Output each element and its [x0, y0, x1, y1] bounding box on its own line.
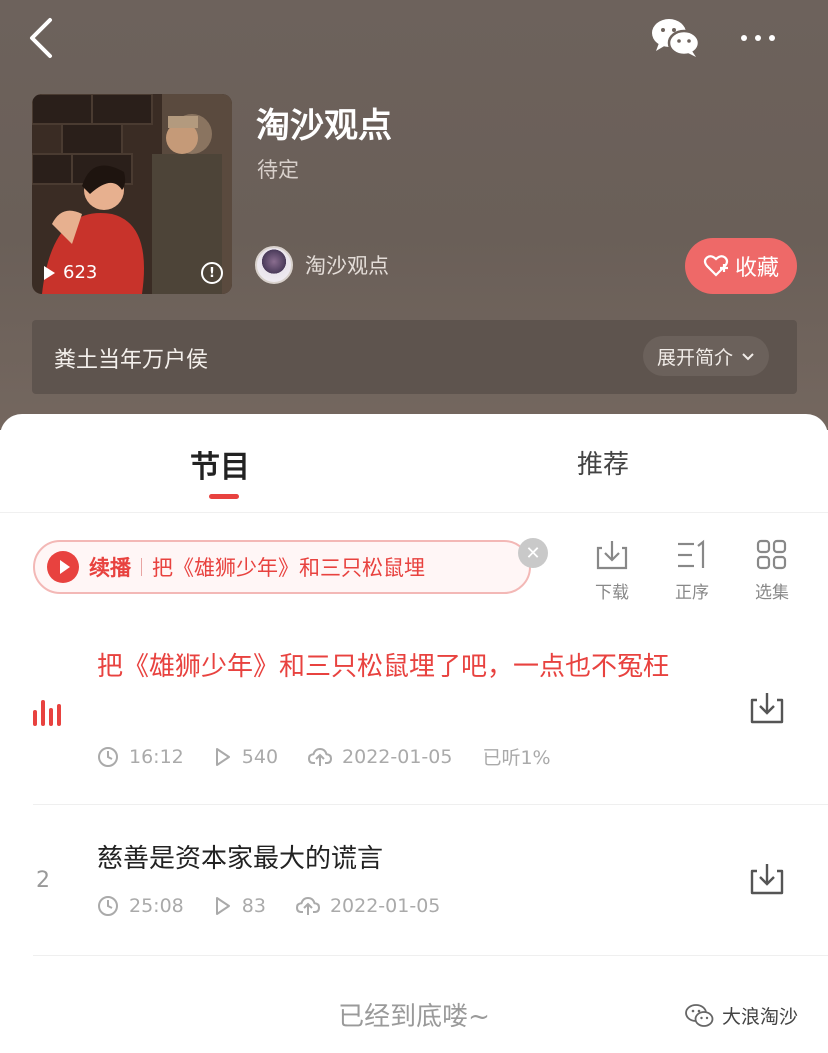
resume-title: 把《雄狮少年》和三只松鼠埋	[152, 556, 425, 580]
more-button[interactable]	[730, 12, 786, 64]
wechat-icon	[652, 19, 701, 57]
watermark-text: 大浪淘沙	[722, 1006, 799, 1028]
download-all-button[interactable]: 下载	[582, 538, 642, 603]
favorite-label: 收藏	[734, 256, 779, 281]
play-count: 623	[44, 262, 97, 283]
favorite-button[interactable]: 收藏	[685, 238, 797, 294]
watermark: 大浪淘沙	[684, 1002, 798, 1029]
episode-duration: 16:12	[129, 745, 184, 768]
download-icon	[750, 693, 784, 724]
play-count-value: 623	[63, 262, 98, 283]
wechat-official-icon	[685, 1003, 714, 1027]
upload-cloud-icon	[295, 896, 320, 915]
episode-number: 2	[36, 868, 50, 893]
episode-plays: 540	[241, 745, 279, 768]
resume-play-bar[interactable]: 续播 把《雄狮少年》和三只松鼠埋	[33, 540, 531, 594]
avatar	[255, 246, 293, 284]
chevron-down-icon	[742, 352, 754, 360]
heart-plus-icon	[703, 255, 729, 277]
clock-icon	[98, 896, 118, 916]
episode-item[interactable]: 2 慈善是资本家最大的谎言 25:08 83 2022-01-05	[0, 806, 828, 956]
grid-icon	[756, 539, 787, 570]
divider	[33, 955, 828, 956]
now-playing-icon	[33, 700, 61, 726]
clock-icon	[98, 746, 118, 767]
more-dots-icon	[741, 35, 775, 41]
tab-episodes[interactable]: 节目	[190, 442, 250, 486]
sort-order-button[interactable]: 正序	[662, 538, 722, 603]
episode-date: 2022-01-05	[342, 745, 453, 768]
sort-icon	[678, 539, 705, 568]
download-icon	[596, 541, 628, 570]
episode-meta: 25:08 83 2022-01-05	[97, 895, 470, 917]
play-count-icon	[215, 747, 230, 766]
album-status: 待定	[257, 158, 299, 182]
download-icon	[750, 864, 784, 895]
play-icon	[47, 551, 79, 583]
description-bar: 粪土当年万户侯 展开简介	[32, 320, 797, 394]
episode-date: 2022-01-05	[329, 895, 441, 917]
expand-intro-button[interactable]: 展开简介	[642, 336, 769, 376]
divider	[33, 804, 828, 805]
episode-meta: 16:12 540 2022-01-05 已听1%	[97, 743, 581, 770]
description-text: 粪土当年万户侯	[54, 348, 209, 373]
select-episodes-button[interactable]: 选集	[742, 538, 802, 603]
active-tab-indicator	[209, 494, 239, 499]
select-label: 选集	[755, 583, 789, 603]
play-icon	[44, 265, 55, 280]
expand-intro-label: 展开简介	[656, 346, 733, 369]
episode-download-button[interactable]	[748, 690, 786, 730]
episode-download-button[interactable]	[748, 861, 786, 901]
episode-progress: 已听1%	[482, 747, 551, 769]
back-button[interactable]	[14, 12, 66, 64]
resume-label: 续播	[89, 556, 131, 580]
episode-plays: 83	[241, 895, 266, 917]
play-count-icon	[215, 897, 230, 915]
episode-title: 把《雄狮少年》和三只松鼠埋了吧，一点也不冤枉	[97, 652, 670, 682]
close-icon[interactable]: ✕	[518, 538, 548, 568]
wechat-share-button[interactable]	[646, 12, 706, 64]
divider	[0, 512, 828, 513]
episode-title: 慈善是资本家最大的谎言	[97, 844, 384, 874]
author-link[interactable]: 淘沙观点	[255, 246, 389, 284]
tab-recommend[interactable]: 推荐	[577, 444, 629, 481]
info-icon[interactable]: !	[201, 262, 223, 284]
divider	[141, 558, 142, 576]
order-label: 正序	[675, 583, 709, 603]
author-name: 淘沙观点	[305, 254, 389, 278]
download-label: 下载	[595, 583, 629, 603]
episode-item[interactable]: 把《雄狮少年》和三只松鼠埋了吧，一点也不冤枉 16:12 540 2022-01…	[0, 640, 828, 805]
album-title: 淘沙观点	[256, 106, 392, 146]
album-header: 623 ! 淘沙观点 待定 淘沙观点 收藏 粪土当年万户侯 展开简介	[0, 0, 828, 430]
episode-duration: 25:08	[129, 895, 184, 917]
back-arrow-icon	[30, 18, 52, 58]
upload-cloud-icon	[308, 747, 333, 766]
